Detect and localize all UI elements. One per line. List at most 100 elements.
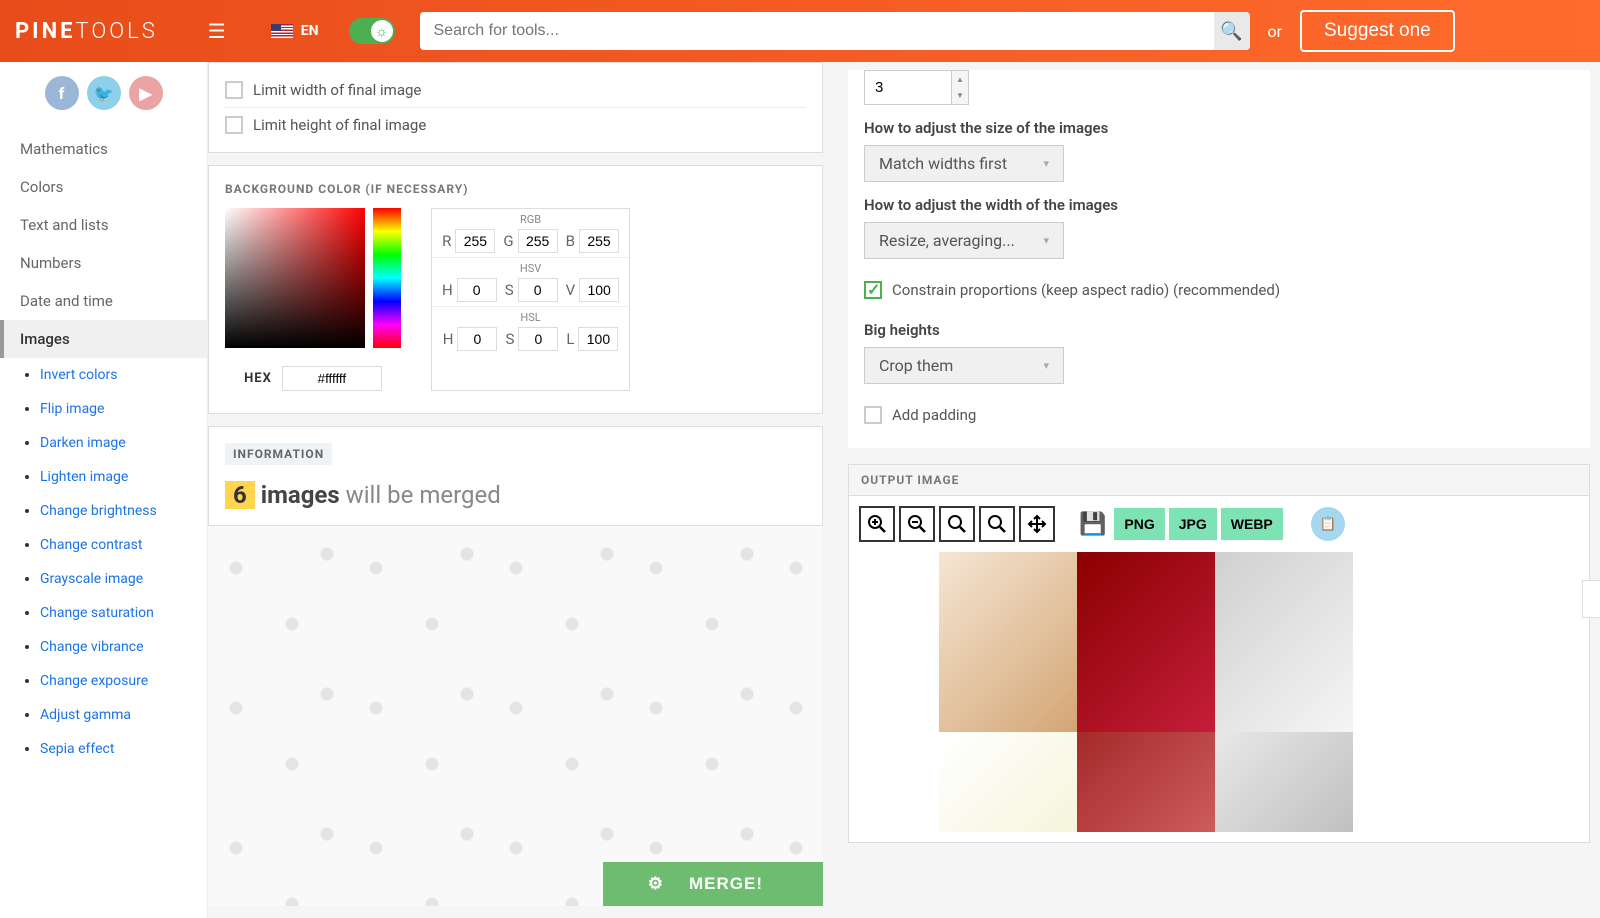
hsl-s-input[interactable] (518, 327, 558, 351)
content: Limit width of final image Limit height … (208, 62, 1600, 918)
youtube-link[interactable]: ▶ (129, 76, 163, 110)
options-panel: ▲▼ How to adjust the size of the images … (848, 70, 1590, 448)
merge-button[interactable]: ⚙ MERGE! (603, 862, 823, 906)
header: PINETOOLS ☰ EN 🔍 or Suggest one (0, 0, 1600, 62)
sub-nav: Invert colors Flip image Darken image Light… (0, 358, 207, 766)
bigheights-label: Big heights (864, 321, 1574, 339)
collapse-ribbon[interactable] (1582, 580, 1600, 618)
limit-width-label: Limit width of final image (253, 81, 421, 99)
padding-checkbox[interactable] (864, 406, 882, 424)
logo[interactable]: PINETOOLS (15, 19, 158, 44)
size-adjust-dropdown[interactable]: Match widths first (864, 145, 1064, 182)
format-jpg-button[interactable]: JPG (1169, 508, 1217, 540)
zoom-actual-button[interactable] (979, 506, 1015, 542)
sub-nav-lighten-image[interactable]: Lighten image (40, 469, 128, 485)
sub-nav-flip-image[interactable]: Flip image (40, 401, 104, 417)
width-adjust-dropdown[interactable]: Resize, averaging... (864, 222, 1064, 259)
preview-cell (1215, 732, 1353, 832)
hsv-h-input[interactable] (457, 278, 497, 302)
nav-item-date-and-time[interactable]: Date and time (0, 282, 207, 320)
preview-cell (1077, 552, 1215, 732)
rgb-b-input[interactable] (579, 229, 619, 253)
nav-item-mathematics[interactable]: Mathematics (0, 130, 207, 168)
limit-height-checkbox[interactable] (225, 116, 243, 134)
zoom-in-button[interactable] (859, 506, 895, 542)
nav-item-text-and-lists[interactable]: Text and lists (0, 206, 207, 244)
clipboard-button[interactable]: 📋 (1311, 507, 1345, 541)
sub-nav-change-vibrance[interactable]: Change vibrance (40, 639, 144, 655)
output-title: OUTPUT IMAGE (848, 464, 1590, 495)
limit-height-row: Limit height of final image (225, 107, 806, 142)
bg-color-title: BACKGROUND COLOR (IF NECESSARY) (225, 176, 806, 208)
sub-nav-change-brightness[interactable]: Change brightness (40, 503, 157, 519)
hex-label: HEX (244, 371, 272, 386)
nav-item-colors[interactable]: Colors (0, 168, 207, 206)
columns-input[interactable] (864, 70, 952, 105)
nav-item-numbers[interactable]: Numbers (0, 244, 207, 282)
sub-nav-adjust-gamma[interactable]: Adjust gamma (40, 707, 131, 723)
limit-height-label: Limit height of final image (253, 116, 426, 134)
hsv-v-input[interactable] (579, 278, 619, 302)
theme-toggle[interactable] (349, 18, 395, 44)
output-panel: 💾 PNG JPG WEBP 📋 (848, 495, 1590, 843)
limit-width-checkbox[interactable] (225, 81, 243, 99)
preview-cell (1077, 732, 1215, 832)
sub-nav-change-saturation[interactable]: Change saturation (40, 605, 154, 621)
workspace-area: ⚙ MERGE! (208, 526, 823, 906)
info-text: 6 images will be merged (225, 481, 806, 509)
zoom-fit-button[interactable] (939, 506, 975, 542)
sidebar: f 🐦 ▶ MathematicsColorsText and listsNum… (0, 62, 208, 918)
search-bar: 🔍 (420, 12, 1250, 50)
preview-cell (939, 732, 1077, 832)
search-button[interactable]: 🔍 (1214, 12, 1250, 50)
limit-width-row: Limit width of final image (225, 73, 806, 107)
sub-nav-change-exposure[interactable]: Change exposure (40, 673, 148, 689)
hsl-l-input[interactable] (578, 327, 618, 351)
language-selector[interactable]: EN (271, 23, 319, 39)
zoom-out-button[interactable] (899, 506, 935, 542)
sub-nav-invert-colors[interactable]: Invert colors (40, 367, 117, 383)
facebook-link[interactable]: f (45, 76, 79, 110)
flag-icon (271, 24, 293, 38)
rgb-g-input[interactable] (518, 229, 558, 253)
sub-nav-grayscale-image[interactable]: Grayscale image (40, 571, 143, 587)
menu-toggle[interactable]: ☰ (208, 19, 226, 43)
format-webp-button[interactable]: WEBP (1221, 508, 1283, 540)
preview-cell (1215, 552, 1353, 732)
sub-nav-darken-image[interactable]: Darken image (40, 435, 126, 451)
hsl-h-input[interactable] (457, 327, 497, 351)
output-preview-grid (939, 552, 1579, 832)
sub-nav-change-contrast[interactable]: Change contrast (40, 537, 142, 553)
bg-color-panel: BACKGROUND COLOR (IF NECESSARY) HEX (208, 165, 823, 414)
nav-item-images[interactable]: Images (0, 320, 207, 358)
pan-button[interactable] (1019, 506, 1055, 542)
width-adjust-label: How to adjust the width of the images (864, 196, 1574, 214)
suggest-button[interactable]: Suggest one (1300, 10, 1455, 52)
constrain-checkbox[interactable] (864, 281, 882, 299)
sub-nav-sepia-effect[interactable]: Sepia effect (40, 741, 114, 757)
info-title: INFORMATION (225, 443, 332, 465)
hex-input[interactable] (282, 366, 382, 391)
search-input[interactable] (420, 12, 1214, 50)
lang-code: EN (301, 23, 319, 39)
social-links: f 🐦 ▶ (0, 76, 207, 110)
hsv-s-input[interactable] (518, 278, 558, 302)
format-png-button[interactable]: PNG (1114, 508, 1164, 540)
preview-cell (939, 552, 1077, 732)
size-adjust-label: How to adjust the size of the images (864, 119, 1574, 137)
gear-icon: ⚙ (648, 874, 664, 894)
rgb-r-input[interactable] (455, 229, 495, 253)
save-icon: 💾 (1079, 512, 1106, 537)
output-toolbar: 💾 PNG JPG WEBP 📋 (859, 506, 1579, 542)
info-panel: INFORMATION 6 images will be merged (208, 426, 823, 526)
twitter-link[interactable]: 🐦 (87, 76, 121, 110)
bigheights-dropdown[interactable]: Crop them (864, 347, 1064, 384)
limits-panel: Limit width of final image Limit height … (208, 62, 823, 153)
or-label: or (1268, 22, 1283, 41)
search-icon: 🔍 (1220, 21, 1242, 41)
saturation-value-picker[interactable] (225, 208, 365, 348)
hue-slider[interactable] (373, 208, 401, 348)
padding-label: Add padding (892, 406, 976, 424)
color-values-table: RGB R G B HSV H S (431, 208, 630, 391)
columns-spinner[interactable]: ▲▼ (952, 70, 969, 105)
